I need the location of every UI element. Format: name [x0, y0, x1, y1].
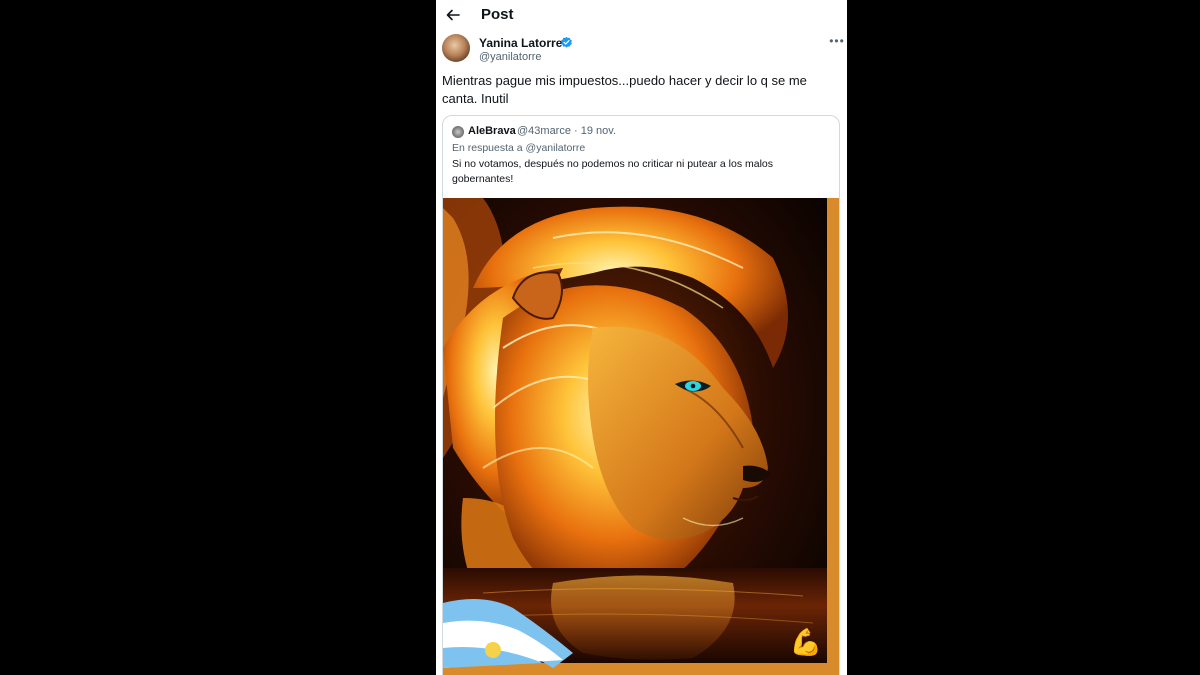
arrow-left-icon [446, 9, 460, 21]
quoted-tweet-card[interactable]: AleBrava @43marce · 19 nov. En respuesta… [442, 115, 840, 675]
avatar[interactable] [442, 34, 470, 62]
post-panel: Post Yanina Latorre @yanilatorre ••• Mie… [436, 0, 847, 675]
back-button[interactable] [442, 4, 464, 26]
verified-badge-icon [561, 36, 572, 48]
quote-text: Si no votamos, después no podemos no cri… [452, 158, 774, 185]
quote-author-name: AleBrava [468, 125, 516, 137]
quote-reply-to: En respuesta a @yanilatorre [452, 142, 586, 154]
more-options-button[interactable]: ••• [828, 34, 846, 48]
quote-avatar [452, 126, 464, 138]
quote-meta: @43marce · 19 nov. [517, 125, 617, 137]
tweet-text: Mientras pague mis impuestos...puedo hac… [442, 73, 807, 106]
flexed-biceps-icon: 💪 [790, 627, 822, 657]
author-handle[interactable]: @yanilatorre [479, 51, 542, 63]
sun-of-may-icon [485, 642, 501, 658]
more-horizontal-icon: ••• [829, 34, 845, 48]
author-name[interactable]: Yanina Latorre [479, 36, 562, 50]
quote-media-image[interactable]: 💪 [443, 198, 839, 675]
page-title: Post [481, 6, 514, 23]
lion-illustration: 💪 [443, 198, 839, 675]
tweet-author: Yanina Latorre @yanilatorre ••• [442, 34, 844, 66]
top-bar: Post [436, 0, 847, 30]
